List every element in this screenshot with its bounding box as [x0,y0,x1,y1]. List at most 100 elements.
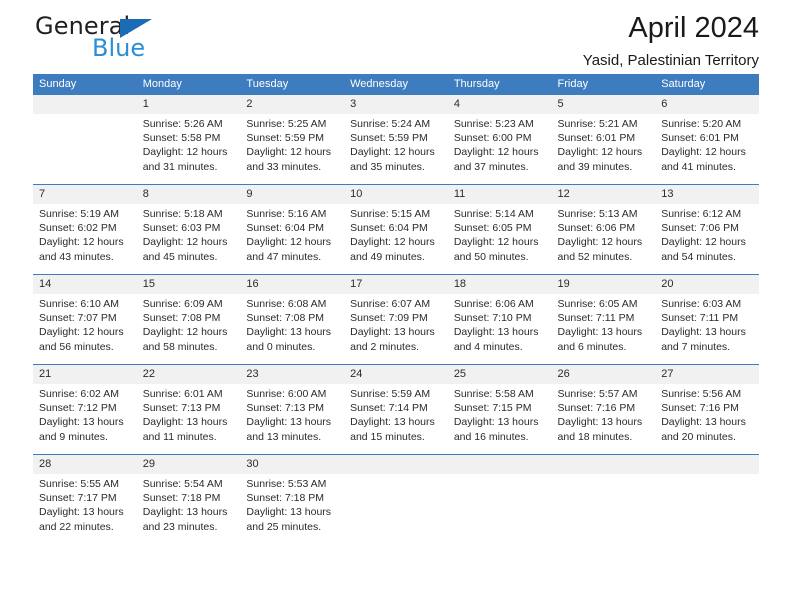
page-title: April 2024 [628,12,759,44]
calendar-day-cell[interactable]: 19 Sunrise: 6:05 AM Sunset: 7:11 PM Dayligh… [551,274,656,365]
day-details: Sunrise: 5:20 AM Sunset: 6:01 PM Daylight:… [655,114,759,174]
daylight-text: and 9 minutes. [39,430,108,443]
daylight-text: Daylight: 12 hours [246,146,332,159]
weekday-header-wednesday: Wednesday [344,74,448,95]
calendar-day-cell[interactable]: 13 Sunrise: 6:12 AM Sunset: 7:06 PM Dayligh… [655,184,759,275]
calendar-day-cell[interactable]: 18 Sunrise: 6:06 AM Sunset: 7:10 PM Dayligh… [447,274,552,365]
calendar-day-cell[interactable]: 27 Sunrise: 5:56 AM Sunset: 7:16 PM Dayligh… [655,364,759,455]
calendar-day-cell[interactable]: 3 Sunrise: 5:24 AM Sunset: 5:59 PM Daylight… [344,95,448,185]
day-details: Sunrise: 5:14 AM Sunset: 6:05 PM Daylight:… [448,204,552,264]
calendar-day-cell[interactable]: 26 Sunrise: 5:57 AM Sunset: 7:16 PM Dayligh… [551,364,656,455]
calendar-empty-cell [551,454,656,544]
calendar-day-cell[interactable]: 10 Sunrise: 5:15 AM Sunset: 6:04 PM Dayligh… [344,184,448,275]
sunrise-text: Sunrise: 5:55 AM [39,478,119,490]
sunset-text: Sunset: 7:11 PM [557,312,635,325]
day-details [33,114,137,117]
calendar-day-cell[interactable]: 1 Sunrise: 5:26 AM Sunset: 5:58 PM Daylight… [136,95,241,185]
calendar-day-cell[interactable]: 23 Sunrise: 6:00 AM Sunset: 7:13 PM Dayligh… [240,364,345,455]
day-number: 19 [551,275,656,294]
day-details: Sunrise: 5:25 AM Sunset: 5:59 PM Daylight:… [240,114,344,174]
calendar-header-row: Sunday Monday Tuesday Wednesday Thursday… [33,74,759,95]
calendar-day-cell[interactable]: 15 Sunrise: 6:09 AM Sunset: 7:08 PM Dayligh… [136,274,241,365]
calendar-day-cell[interactable]: 8 Sunrise: 5:18 AM Sunset: 6:03 PM Daylight… [136,184,241,275]
sunset-text: Sunset: 5:58 PM [142,132,221,145]
sunrise-text: Sunrise: 5:57 AM [557,388,638,400]
sunset-text: Sunset: 7:18 PM [142,492,221,505]
daylight-text: and 54 minutes. [661,250,736,263]
daylight-text: Daylight: 13 hours [661,326,746,339]
calendar-day-cell[interactable]: 17 Sunrise: 6:07 AM Sunset: 7:09 PM Dayligh… [344,274,448,365]
daylight-text: Daylight: 13 hours [142,506,228,519]
sunrise-text: Sunrise: 5:15 AM [350,208,431,220]
calendar-day-cell[interactable]: 2 Sunrise: 5:25 AM Sunset: 5:59 PM Daylight… [240,95,345,185]
day-details: Sunrise: 5:21 AM Sunset: 6:01 PM Daylight:… [552,114,656,174]
sunset-text: Sunset: 7:17 PM [39,492,117,505]
calendar-day-cell[interactable]: 4 Sunrise: 5:23 AM Sunset: 6:00 PM Daylight… [447,95,552,185]
calendar-day-cell[interactable]: 28 Sunrise: 5:55 AM Sunset: 7:17 PM Dayligh… [33,454,137,544]
calendar-day-cell[interactable]: 22 Sunrise: 6:01 AM Sunset: 7:13 PM Dayligh… [136,364,241,455]
daylight-text: and 58 minutes. [142,340,218,353]
daylight-text: and 31 minutes. [142,160,218,173]
calendar-day-cell[interactable]: 20 Sunrise: 6:03 AM Sunset: 7:11 PM Dayligh… [655,274,759,365]
calendar-day-cell[interactable]: 12 Sunrise: 5:13 AM Sunset: 6:06 PM Dayligh… [551,184,656,275]
calendar-day-cell[interactable]: 6 Sunrise: 5:20 AM Sunset: 6:01 PM Daylight… [655,95,759,185]
daylight-text: and 13 minutes. [246,430,322,443]
calendar-day-cell[interactable]: 21 Sunrise: 6:02 AM Sunset: 7:12 PM Dayligh… [33,364,137,455]
day-details: Sunrise: 6:01 AM Sunset: 7:13 PM Daylight:… [137,384,241,444]
daylight-text: Daylight: 12 hours [453,236,539,249]
sunrise-text: Sunrise: 6:00 AM [246,388,327,400]
calendar-day-cell[interactable]: 14 Sunrise: 6:10 AM Sunset: 7:07 PM Dayligh… [33,274,137,365]
daylight-text: and 20 minutes. [661,430,736,443]
daylight-text: and 52 minutes. [557,250,633,263]
sunset-text: Sunset: 7:16 PM [661,402,739,415]
calendar-day-cell[interactable]: 7 Sunrise: 5:19 AM Sunset: 6:02 PM Daylight… [33,184,137,275]
day-number: 24 [344,365,448,384]
daylight-text: and 35 minutes. [350,160,425,173]
day-number: 29 [136,455,241,474]
sunrise-text: Sunrise: 6:12 AM [661,208,742,220]
daylight-text: Daylight: 12 hours [142,146,228,159]
daylight-text: and 2 minutes. [350,340,419,353]
calendar-day-cell[interactable]: 16 Sunrise: 6:08 AM Sunset: 7:08 PM Dayligh… [240,274,345,365]
day-details: Sunrise: 5:55 AM Sunset: 7:17 PM Daylight:… [33,474,137,534]
calendar-empty-cell [344,454,448,544]
sunset-text: Sunset: 7:06 PM [661,222,739,235]
daylight-text: Daylight: 13 hours [350,416,435,429]
calendar-day-cell[interactable]: 29 Sunrise: 5:54 AM Sunset: 7:18 PM Dayligh… [136,454,241,544]
daylight-text: Daylight: 13 hours [661,416,746,429]
calendar-day-cell[interactable]: 30 Sunrise: 5:53 AM Sunset: 7:18 PM Dayligh… [240,454,345,544]
weekday-header-saturday: Saturday [655,74,759,95]
sunset-text: Sunset: 7:08 PM [246,312,325,325]
day-number [447,455,552,474]
sunrise-text: Sunrise: 6:01 AM [142,388,223,400]
calendar-day-cell[interactable]: 9 Sunrise: 5:16 AM Sunset: 6:04 PM Daylight… [240,184,345,275]
sunset-text: Sunset: 7:15 PM [453,402,532,415]
daylight-text: and 25 minutes. [246,520,322,533]
sunrise-text: Sunrise: 5:54 AM [142,478,223,490]
calendar-body: 1 Sunrise: 5:26 AM Sunset: 5:58 PM Daylight… [33,95,759,544]
sunrise-text: Sunrise: 5:19 AM [39,208,119,220]
day-details: Sunrise: 6:12 AM Sunset: 7:06 PM Daylight:… [655,204,759,264]
sunset-text: Sunset: 5:59 PM [246,132,325,145]
day-number: 26 [551,365,656,384]
day-number: 5 [551,95,656,114]
sunrise-text: Sunrise: 5:56 AM [661,388,742,400]
calendar-week-row: 14 Sunrise: 6:10 AM Sunset: 7:07 PM Dayligh… [33,274,759,365]
day-number [344,455,448,474]
calendar-day-cell[interactable]: 5 Sunrise: 5:21 AM Sunset: 6:01 PM Daylight… [551,95,656,185]
daylight-text: and 56 minutes. [39,340,114,353]
day-number: 22 [136,365,241,384]
calendar-day-cell[interactable]: 25 Sunrise: 5:58 AM Sunset: 7:15 PM Dayligh… [447,364,552,455]
day-number: 9 [240,185,345,204]
day-details: Sunrise: 5:53 AM Sunset: 7:18 PM Daylight:… [240,474,344,534]
daylight-text: Daylight: 13 hours [246,416,332,429]
general-blue-logo[interactable]: General Blue [35,12,235,68]
sunrise-text: Sunrise: 6:07 AM [350,298,431,310]
sunrise-text: Sunrise: 6:06 AM [453,298,534,310]
day-details: Sunrise: 6:10 AM Sunset: 7:07 PM Daylight:… [33,294,137,354]
daylight-text: Daylight: 12 hours [350,236,435,249]
calendar-week-row: 28 Sunrise: 5:55 AM Sunset: 7:17 PM Dayligh… [33,454,759,544]
sunrise-text: Sunrise: 6:05 AM [557,298,638,310]
calendar-day-cell[interactable]: 24 Sunrise: 5:59 AM Sunset: 7:14 PM Dayligh… [344,364,448,455]
calendar-day-cell[interactable]: 11 Sunrise: 5:14 AM Sunset: 6:05 PM Dayligh… [447,184,552,275]
